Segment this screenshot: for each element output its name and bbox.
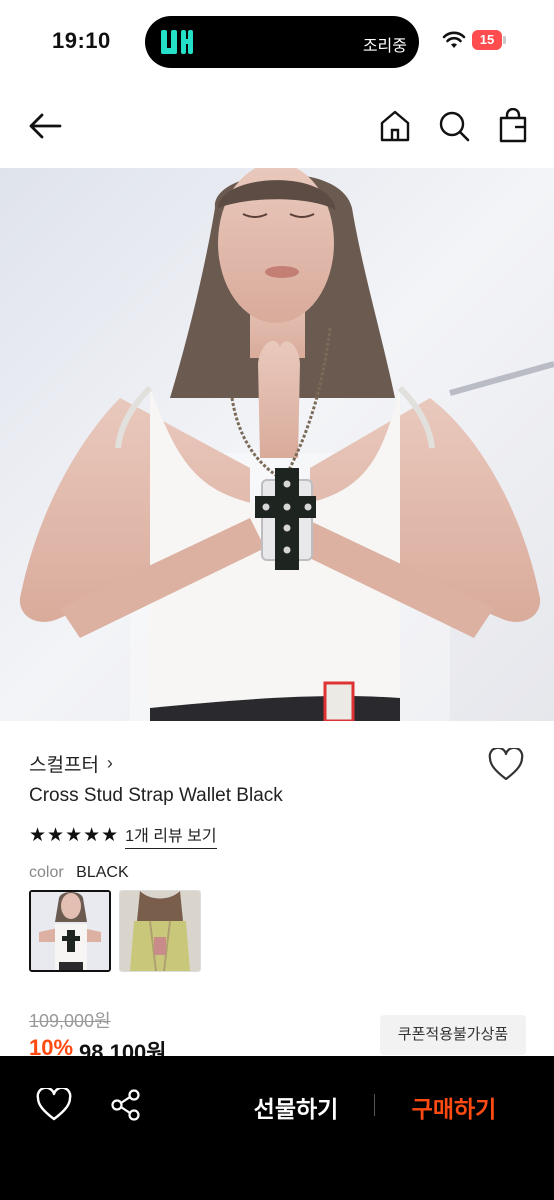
wifi-icon <box>442 31 466 48</box>
dynamic-island[interactable]: 조리중 <box>145 16 419 68</box>
original-price: 109,000원 <box>29 1011 111 1031</box>
brand-name: 스컬프터 <box>29 755 99 776</box>
bottom-action-bar: 선물하기 구매하기 <box>0 1056 554 1200</box>
app-logo-icon <box>161 30 193 54</box>
color-label: color <box>29 864 64 881</box>
shopping-bag-icon[interactable] <box>496 108 530 144</box>
color-thumbnail[interactable] <box>119 890 201 972</box>
status-bar: 19:10 조리중 15 <box>0 0 554 84</box>
buy-button[interactable]: 구매하기 <box>394 1090 514 1122</box>
model-photo-illustration <box>0 168 554 721</box>
divider <box>374 1094 375 1116</box>
search-icon[interactable] <box>437 108 471 144</box>
share-icon[interactable] <box>110 1088 142 1122</box>
gift-button[interactable]: 선물하기 <box>236 1090 356 1122</box>
color-value: BLACK <box>76 864 129 881</box>
thumbnail-image <box>31 892 109 970</box>
chevron-right-icon: › <box>106 753 113 773</box>
home-icon[interactable] <box>378 108 412 144</box>
battery-level: 15 <box>479 32 495 47</box>
star-rating-icon: ★★★★★ <box>29 825 120 846</box>
color-option-row: color BLACK <box>29 864 129 882</box>
product-main-image[interactable] <box>0 168 554 721</box>
top-nav-bar <box>0 84 554 168</box>
status-time: 19:10 <box>52 28 111 53</box>
back-arrow-icon[interactable] <box>26 106 66 146</box>
thumbnail-image <box>120 891 200 971</box>
island-activity-text: 조리중 <box>362 38 407 55</box>
battery-icon: 15 <box>472 30 508 50</box>
review-link[interactable]: 1개 리뷰 보기 <box>125 822 217 849</box>
rating-row: ★★★★★ 1개 리뷰 보기 <box>29 822 217 849</box>
coupon-unavailable-badge: 쿠폰적용불가상품 <box>380 1015 526 1055</box>
wishlist-heart-icon[interactable] <box>488 748 524 782</box>
brand-link[interactable]: 스컬프터 › <box>29 750 113 777</box>
color-thumbnail-selected[interactable] <box>29 890 111 972</box>
heart-icon[interactable] <box>36 1088 72 1122</box>
product-title: Cross Stud Strap Wallet Black <box>29 785 283 806</box>
